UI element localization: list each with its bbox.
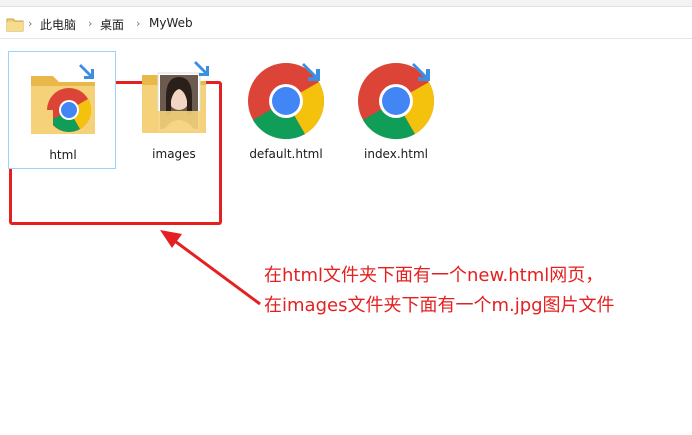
chrome-icon [358, 63, 435, 140]
breadcrumb-separator-icon: › [88, 17, 93, 30]
window-top-strip [0, 0, 692, 7]
file-item-default-html[interactable]: default.html [232, 51, 340, 169]
annotation-text-line-2: 在images文件夹下面有一个m.jpg图片文件 [264, 295, 615, 316]
annotation-text-line-1: 在html文件夹下面有一个new.html网页， [264, 265, 604, 286]
address-bar[interactable]: › 此电脑 › 桌面 › MyWeb [0, 8, 692, 39]
folder-item-html[interactable]: html [8, 51, 116, 169]
file-list-area[interactable]: html images default.html index.html 在htm… [0, 39, 692, 435]
file-name-label: html [49, 148, 77, 162]
folder-item-images[interactable]: images [120, 51, 228, 169]
annotation-arrow-icon [160, 230, 261, 306]
breadcrumb-desktop[interactable]: 桌面 [100, 16, 124, 33]
file-name-label: images [152, 147, 196, 161]
folder-icon [6, 18, 24, 32]
breadcrumb-this-pc[interactable]: 此电脑 [40, 16, 76, 33]
file-item-index-html[interactable]: index.html [342, 51, 450, 169]
file-name-label: default.html [249, 147, 323, 161]
chrome-icon [248, 63, 325, 140]
breadcrumb-separator-icon: › [136, 17, 141, 30]
file-name-label: index.html [364, 147, 428, 161]
breadcrumb-myweb[interactable]: MyWeb [149, 16, 193, 30]
folder-chrome-icon [31, 64, 95, 134]
breadcrumb-separator-icon: › [28, 17, 33, 30]
folder-photo-icon [142, 61, 209, 133]
